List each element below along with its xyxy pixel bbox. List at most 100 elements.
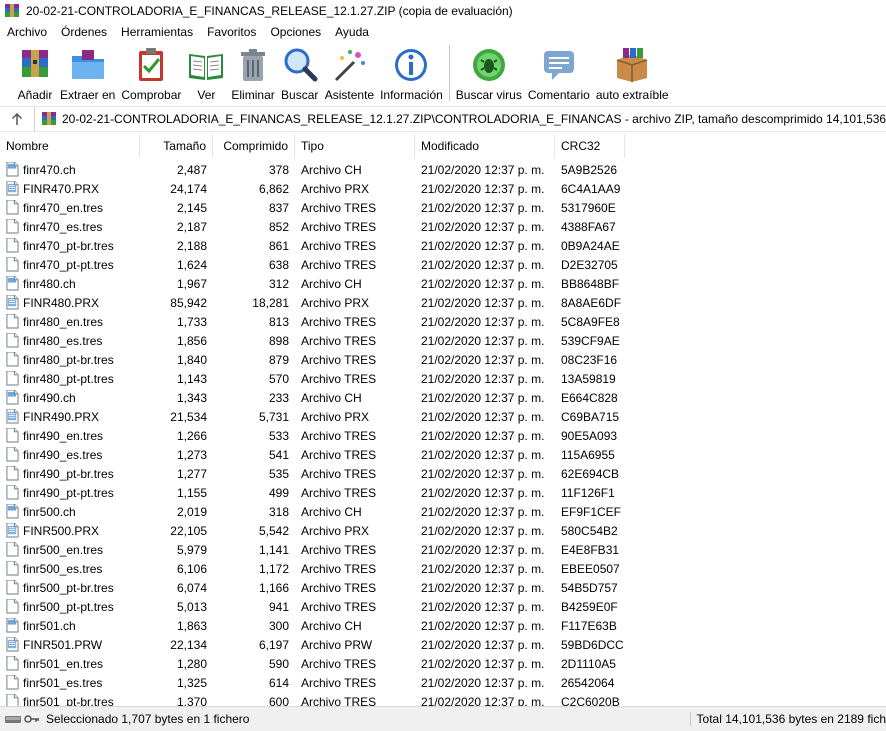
file-row[interactable]: FINR501.PRW 22,134 6,197 Archivo PRW 21/02/2… [0, 635, 886, 654]
file-type: Archivo TRES [301, 447, 377, 462]
file-row[interactable]: finr500.ch 2,019 318 Archivo CH 21/02/2020 1… [0, 502, 886, 521]
file-name-cell: finr501_pt-br.tres [0, 694, 140, 706]
file-row[interactable]: finr480_es.tres 1,856 898 Archivo TRES 21/02… [0, 331, 886, 350]
file-ch-icon [6, 390, 19, 405]
toolbar-button-3[interactable]: Ver [187, 42, 225, 104]
file-size: 2,145 [176, 200, 207, 215]
menu-item-4[interactable]: Opciones [263, 22, 328, 42]
file-compressed: 1,166 [258, 580, 289, 595]
toolbar-button-10[interactable]: auto extraíble [596, 42, 669, 104]
menu-item-3[interactable]: Favoritos [200, 22, 263, 42]
toolbar-button-label: Comprobar [121, 88, 182, 102]
info-icon [395, 49, 428, 81]
file-row[interactable]: finr470_pt-br.tres 2,188 861 Archivo TRES 21… [0, 236, 886, 255]
file-row[interactable]: finr470.ch 2,487 378 Archivo CH 21/02/2020 1… [0, 160, 886, 179]
file-size: 24,174 [170, 181, 207, 196]
file-crc: 580C54B2 [561, 523, 618, 538]
toolbar-button-1[interactable]: Extraer en [60, 42, 115, 104]
file-tres-icon [6, 428, 19, 443]
menu-item-0[interactable]: Archivo [0, 22, 54, 42]
column-header-type[interactable]: Tipo [295, 134, 415, 158]
file-type: Archivo TRES [301, 238, 377, 253]
file-row[interactable]: finr490_es.tres 1,273 541 Archivo TRES 21/02… [0, 445, 886, 464]
file-row[interactable]: FINR490.PRX 21,534 5,731 Archivo PRX 21/02/2… [0, 407, 886, 426]
menu-item-5[interactable]: Ayuda [328, 22, 376, 42]
file-size: 1,967 [176, 276, 207, 291]
file-type: Archivo CH [301, 618, 362, 633]
toolbar-button-4[interactable]: Eliminar [231, 42, 275, 104]
file-name-cell: finr490_pt-pt.tres [0, 485, 140, 500]
file-row[interactable]: finr501_es.tres 1,325 614 Archivo TRES 21/02… [0, 673, 886, 692]
file-crc: 62E694CB [561, 466, 620, 481]
file-row[interactable]: finr500_es.tres 6,106 1,172 Archivo TRES 21/… [0, 559, 886, 578]
file-row[interactable]: finr480_pt-pt.tres 1,143 570 Archivo TRES 21… [0, 369, 886, 388]
file-tres-icon [6, 599, 19, 614]
menu-item-1[interactable]: Órdenes [54, 22, 114, 42]
file-size: 2,487 [176, 162, 207, 177]
toolbar-button-label: Ver [197, 88, 216, 102]
file-row[interactable]: finr500_pt-br.tres 6,074 1,166 Archivo TRES… [0, 578, 886, 597]
toolbar-button-6[interactable]: Asistente [325, 42, 374, 104]
file-row[interactable]: finr490_pt-br.tres 1,277 535 Archivo TRES 21… [0, 464, 886, 483]
file-type: Archivo CH [301, 504, 362, 519]
file-row[interactable]: finr470_en.tres 2,145 837 Archivo TRES 21/02… [0, 198, 886, 217]
file-name-cell: finr500_pt-pt.tres [0, 599, 140, 614]
file-modified: 21/02/2020 12:37 p. m. [421, 561, 545, 576]
file-row[interactable]: finr500_en.tres 5,979 1,141 Archivo TRES 21/… [0, 540, 886, 559]
toolbar-button-2[interactable]: Comprobar [121, 42, 181, 104]
toolbar-button-8[interactable]: Buscar virus [456, 42, 522, 104]
file-compressed: 5,731 [258, 409, 289, 424]
toolbar-button-7[interactable]: Información [380, 42, 443, 104]
file-size: 1,624 [176, 257, 207, 272]
file-modified: 21/02/2020 12:37 p. m. [421, 390, 545, 405]
file-row[interactable]: finr480.ch 1,967 312 Archivo CH 21/02/2020 1… [0, 274, 886, 293]
toolbar-button-9[interactable]: Comentario [528, 42, 590, 104]
file-name-cell: finr470_en.tres [0, 200, 140, 215]
file-modified: 21/02/2020 12:37 p. m. [421, 352, 545, 367]
file-row[interactable]: FINR500.PRX 22,105 5,542 Archivo PRX 21/02/2… [0, 521, 886, 540]
column-header-compressed[interactable]: Comprimido [213, 134, 295, 158]
file-row[interactable]: finr501.ch 1,863 300 Archivo CH 21/02/2020 1… [0, 616, 886, 635]
file-tres-icon [6, 485, 19, 500]
column-header-size[interactable]: Tamaño [140, 134, 213, 158]
file-row[interactable]: finr470_pt-pt.tres 1,624 638 Archivo TRES 21… [0, 255, 886, 274]
file-compressed: 638 [268, 257, 289, 272]
file-size: 1,273 [176, 447, 207, 462]
file-crc: 5A9B2526 [561, 162, 618, 177]
file-modified: 21/02/2020 12:37 p. m. [421, 694, 545, 707]
address-field[interactable]: 20-02-21-CONTROLADORIA_E_FINANCAS_RELEAS… [34, 107, 886, 131]
file-size: 6,074 [176, 580, 207, 595]
up-folder-button[interactable] [0, 107, 34, 131]
file-compressed: 5,542 [258, 523, 289, 538]
file-ch-icon [6, 618, 19, 633]
drive-icon [5, 716, 21, 723]
file-row[interactable]: FINR470.PRX 24,174 6,862 Archivo PRX 21/02/2… [0, 179, 886, 198]
file-row[interactable]: finr470_es.tres 2,187 852 Archivo TRES 21/02… [0, 217, 886, 236]
trash-icon [241, 49, 266, 81]
file-name-cell: finr480_es.tres [0, 333, 140, 348]
file-row[interactable]: finr501_pt-br.tres 1,370 600 Archivo TRES 21… [0, 692, 886, 706]
winrar-app-icon [5, 4, 19, 17]
file-name-cell: finr501_es.tres [0, 675, 140, 690]
column-header-name[interactable]: Nombre [0, 134, 140, 158]
column-header-crc[interactable]: CRC32 [555, 134, 625, 158]
file-type: Archivo TRES [301, 599, 377, 614]
toolbar-button-0[interactable]: Añadir [16, 42, 54, 104]
file-row[interactable]: finr490.ch 1,343 233 Archivo CH 21/02/2020 1… [0, 388, 886, 407]
file-compressed: 233 [268, 390, 289, 405]
toolbar-button-label: Extraer en [60, 88, 116, 102]
file-row[interactable]: finr490_en.tres 1,266 533 Archivo TRES 21/02… [0, 426, 886, 445]
file-row[interactable]: finr480_en.tres 1,733 813 Archivo TRES 21/02… [0, 312, 886, 331]
file-row[interactable]: finr501_en.tres 1,280 590 Archivo TRES 21/02… [0, 654, 886, 673]
file-name: finr501_pt-br.tres [23, 694, 114, 707]
file-row[interactable]: finr490_pt-pt.tres 1,155 499 Archivo TRES 21… [0, 483, 886, 502]
file-row[interactable]: finr500_pt-pt.tres 5,013 941 Archivo TRES 21… [0, 597, 886, 616]
file-row[interactable]: FINR480.PRX 85,942 18,281 Archivo PRX 21/02/… [0, 293, 886, 312]
file-prx-icon [6, 409, 19, 424]
toolbar-button-5[interactable]: Buscar [281, 42, 319, 104]
file-tres-icon [6, 238, 19, 253]
file-list[interactable]: Nombre Tamaño Comprimido Tipo Modificado… [0, 134, 886, 706]
column-header-modified[interactable]: Modificado [415, 134, 555, 158]
menu-item-2[interactable]: Herramientas [114, 22, 200, 42]
file-row[interactable]: finr480_pt-br.tres 1,840 879 Archivo TRES 21… [0, 350, 886, 369]
